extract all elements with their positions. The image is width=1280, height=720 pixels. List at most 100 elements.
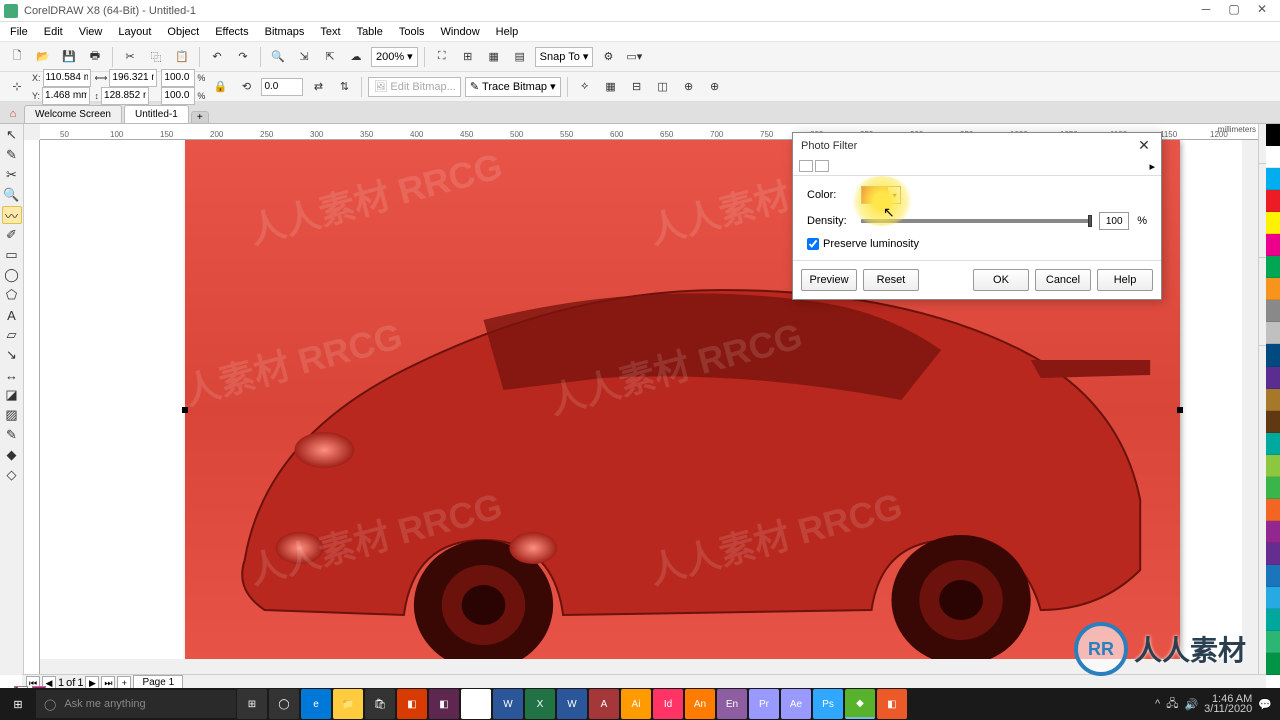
search-icon[interactable]: 🔍 [267,46,289,68]
dialog-tab-2[interactable] [815,160,829,172]
color-swatch[interactable] [1266,367,1280,389]
menu-object[interactable]: Object [161,24,205,40]
cut-icon[interactable]: ✂ [119,46,141,68]
taskbar-app-explorer[interactable]: 📁 [333,689,363,719]
menu-effects[interactable]: Effects [209,24,254,40]
color-picker[interactable]: ▾ [861,186,901,204]
maximize-button[interactable]: ▢ [1220,2,1248,20]
trace-bitmap-button[interactable]: ✎Trace Bitmap▾ [465,77,561,97]
import-icon[interactable]: ⇲ [293,46,315,68]
print-icon[interactable]: 🖶 [84,46,106,68]
help-button[interactable]: Help [1097,269,1153,291]
taskbar-app-aftereffects[interactable]: Ae [781,689,811,719]
scale-x-input[interactable] [161,69,195,87]
menu-layout[interactable]: Layout [112,24,157,40]
cancel-button[interactable]: Cancel [1035,269,1091,291]
taskbar-app-wordpad[interactable]: W [557,689,587,719]
color-swatch[interactable] [1266,609,1280,631]
ok-button[interactable]: OK [973,269,1029,291]
color-swatch[interactable] [1266,212,1280,234]
home-icon[interactable]: ⌂ [4,105,22,123]
taskbar-app-word[interactable]: W [493,689,523,719]
taskbar-app-task-view[interactable]: ⊞ [237,689,267,719]
menu-view[interactable]: View [73,24,109,40]
taskbar-app-app3[interactable]: ◧ [877,689,907,719]
dialog-tab-1[interactable] [799,160,813,172]
taskbar-search[interactable]: ◯ Ask me anything [36,690,236,718]
color-swatch[interactable] [1266,168,1280,190]
y-input[interactable] [42,87,90,105]
eyedropper-tool-icon[interactable]: ✎ [2,426,22,444]
taskbar-app-premiere[interactable]: Pr [749,689,779,719]
tab-document[interactable]: Untitled-1 [124,105,189,123]
density-slider[interactable] [861,219,1091,223]
taskbar-app-store[interactable]: 🛍 [365,689,395,719]
width-input[interactable] [109,69,157,87]
tray-notifications-icon[interactable]: 💬 [1258,698,1272,711]
taskbar-clock[interactable]: 1:46 AM3/11/2020 [1204,694,1252,714]
transparency-tool-icon[interactable]: ▨ [2,406,22,424]
color-swatch[interactable] [1266,543,1280,565]
color-swatch[interactable] [1266,278,1280,300]
color-swatch[interactable] [1266,477,1280,499]
export-icon[interactable]: ⇱ [319,46,341,68]
text-tool-icon[interactable]: A [2,306,22,324]
density-input[interactable] [1099,212,1129,230]
preserve-luminosity-checkbox[interactable] [807,238,819,250]
color-swatch[interactable] [1266,389,1280,411]
publish-icon[interactable]: ☁ [345,46,367,68]
menu-table[interactable]: Table [351,24,389,40]
dropshadow-tool-icon[interactable]: ◪ [2,386,22,404]
link-icon[interactable]: ⊕ [678,76,700,98]
rectangle-tool-icon[interactable]: ▭ [2,246,22,264]
selection-handle-left[interactable] [182,407,188,413]
menu-bitmaps[interactable]: Bitmaps [259,24,311,40]
color-swatch[interactable] [1266,631,1280,653]
menu-help[interactable]: Help [490,24,525,40]
system-tray[interactable]: ^ 🖧 🔊 1:46 AM3/11/2020 💬 [1147,694,1280,714]
close-button[interactable]: ✕ [1248,2,1276,20]
paste-icon[interactable]: 📋 [171,46,193,68]
crop-tool-icon[interactable]: ✂ [2,166,22,184]
taskbar-app-chrome[interactable]: ◉ [461,689,491,719]
menu-window[interactable]: Window [435,24,486,40]
rotation-input[interactable] [261,78,303,96]
start-button[interactable]: ⊞ [0,688,36,720]
mirror-v-icon[interactable]: ⇅ [333,76,355,98]
taskbar-app-edge[interactable]: e [301,689,331,719]
color-swatch[interactable] [1266,587,1280,609]
taskbar-app-access[interactable]: A [589,689,619,719]
color-swatch[interactable] [1266,190,1280,212]
new-icon[interactable]: 🗋 [6,46,28,68]
taskbar-app-illustrator[interactable]: Ai [621,689,651,719]
fill-tool-icon[interactable]: ◆ [2,446,22,464]
wrap-icon[interactable]: ◫ [652,76,674,98]
menu-edit[interactable]: Edit [38,24,69,40]
save-icon[interactable]: 💾 [58,46,80,68]
color-swatch[interactable] [1266,565,1280,587]
taskbar-app-app1[interactable]: ◧ [397,689,427,719]
tray-network-icon[interactable]: 🖧 [1166,695,1178,714]
mirror-h-icon[interactable]: ⇄ [307,76,329,98]
align-icon[interactable]: ⊟ [626,76,648,98]
color-swatch[interactable] [1266,499,1280,521]
menu-tools[interactable]: Tools [393,24,431,40]
taskbar-app-animate[interactable]: An [685,689,715,719]
options-icon[interactable]: ⚙ [597,46,619,68]
guides-icon[interactable]: ▤ [509,46,531,68]
height-input[interactable] [101,87,149,105]
copy-icon[interactable]: ⿻ [145,46,167,68]
color-swatch[interactable] [1266,653,1280,675]
color-swatch[interactable] [1266,146,1280,168]
tab-add[interactable]: + [191,111,209,123]
preview-button[interactable]: Preview [801,269,857,291]
reset-button[interactable]: Reset [863,269,919,291]
color-swatch[interactable] [1266,300,1280,322]
zoom-dropdown[interactable]: 200%▾ [371,47,418,67]
taskbar-app-app2[interactable]: ◧ [429,689,459,719]
extra-icon[interactable]: ⊕ [704,76,726,98]
selection-handle-right[interactable] [1177,407,1183,413]
menu-text[interactable]: Text [314,24,346,40]
outline-tool-icon[interactable]: ◇ [2,466,22,484]
x-input[interactable] [43,69,91,87]
